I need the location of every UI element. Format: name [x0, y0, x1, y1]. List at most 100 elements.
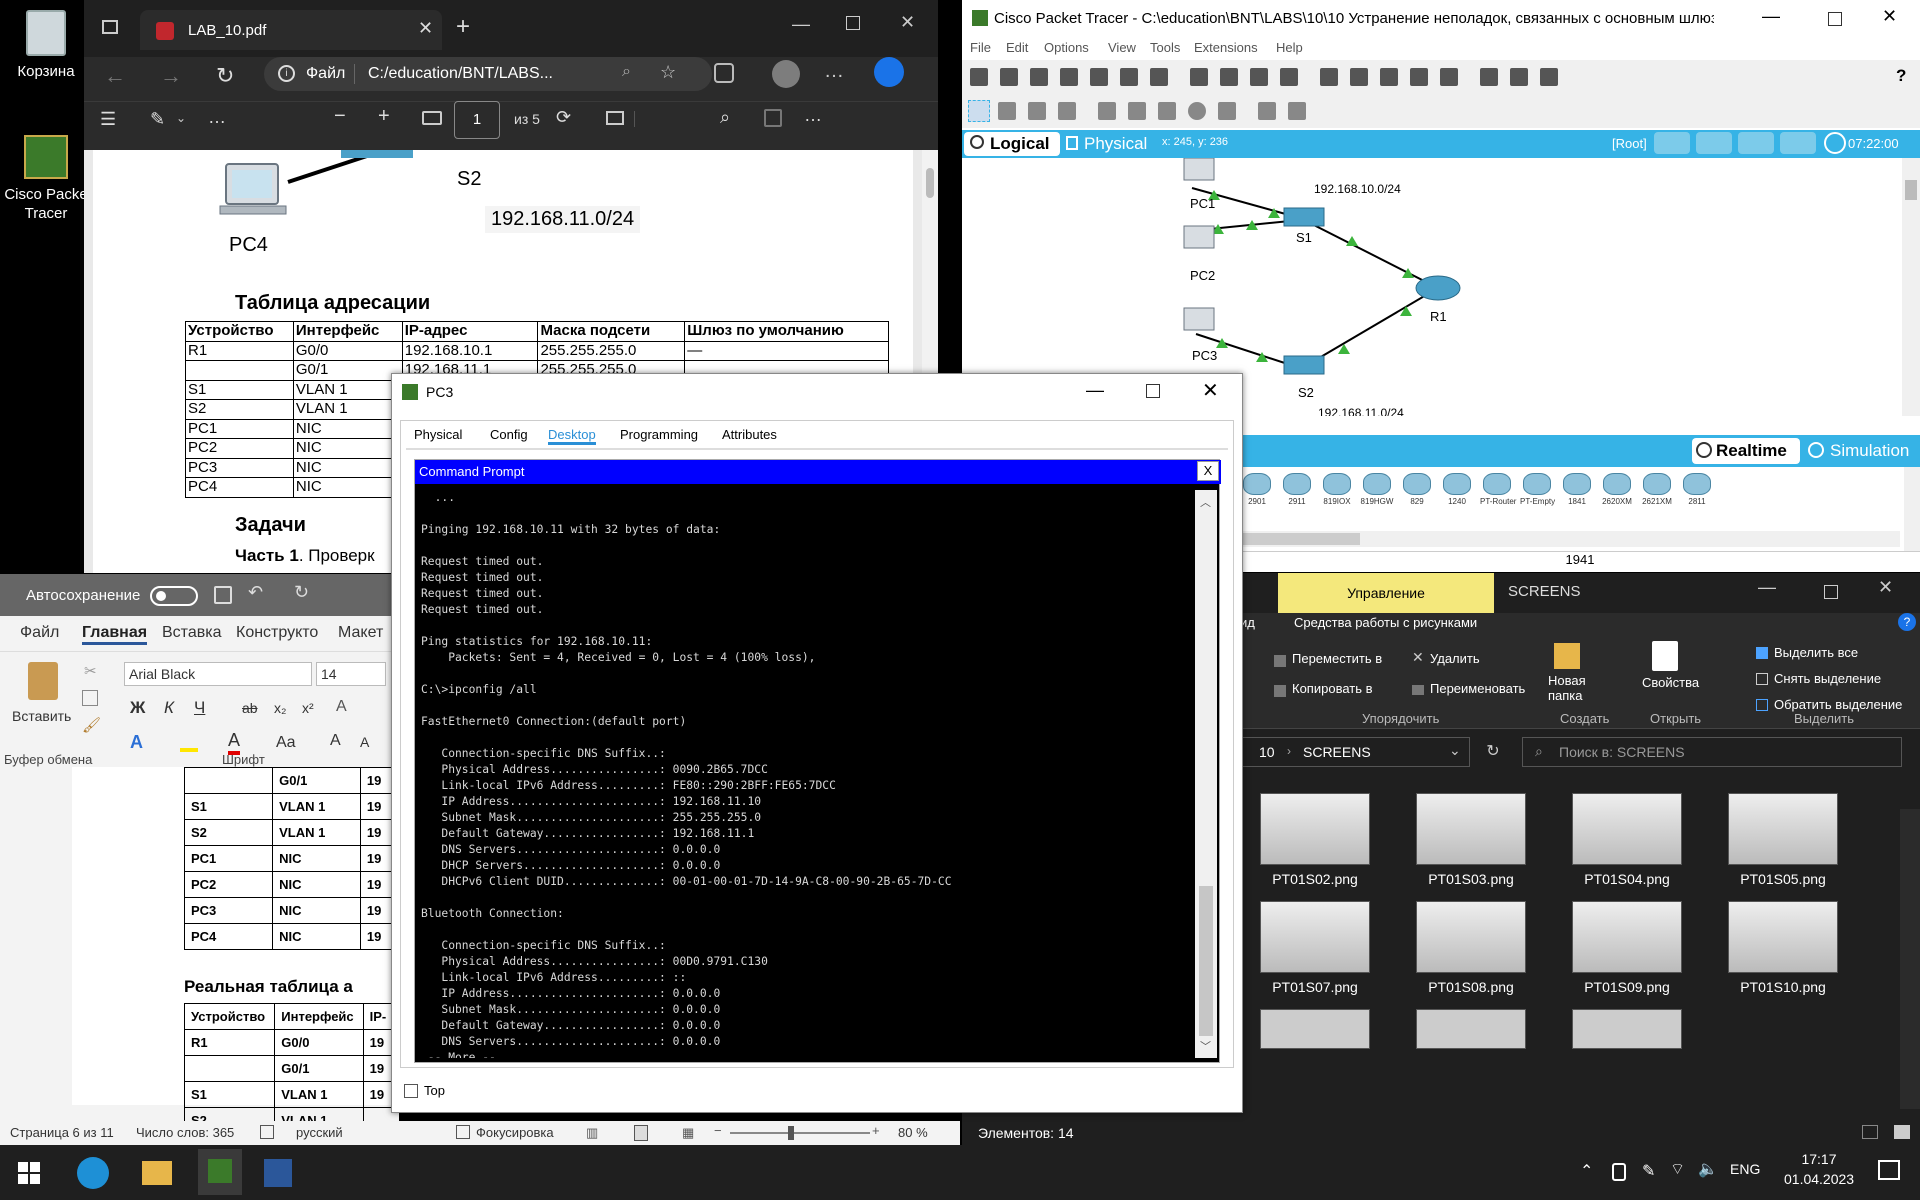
select-icon[interactable] [968, 100, 990, 122]
maximize-icon[interactable] [1824, 585, 1838, 599]
device-item[interactable]: 1240 [1440, 473, 1474, 513]
close-icon[interactable]: ✕ [1878, 577, 1893, 598]
zoom-icon[interactable]: ⌕ [622, 63, 631, 81]
refresh-icon[interactable]: ↻ [1478, 737, 1508, 767]
device-item[interactable]: 1841 [1560, 473, 1594, 513]
device-item[interactable]: 829 [1400, 473, 1434, 513]
help-icon[interactable]: ? [1896, 66, 1906, 86]
large-icons-view-icon[interactable] [1894, 1125, 1910, 1139]
device-item[interactable]: PT-Router [1480, 473, 1516, 513]
file-item[interactable]: PT01S02.png [1240, 785, 1390, 889]
picture-tools-tab[interactable]: Средства работы с рисунками [1294, 615, 1477, 630]
page-number-input[interactable]: 1 [454, 101, 500, 139]
forward-icon[interactable]: → [160, 63, 182, 89]
file-item[interactable]: PT01S09.png [1552, 893, 1702, 997]
tab-attributes[interactable]: Attributes [722, 427, 777, 442]
file-item[interactable]: PT01S10.png [1708, 893, 1858, 997]
zoom-in-icon[interactable] [1320, 68, 1338, 86]
file-item[interactable]: PT01S04.png [1552, 785, 1702, 889]
scrollbar-thumb[interactable] [1240, 533, 1360, 545]
device-item[interactable]: 819IOX [1320, 473, 1354, 513]
scrollbar-thumb[interactable] [1905, 180, 1917, 200]
overflow-icon[interactable]: … [804, 105, 822, 126]
file-explorer-taskbar-icon[interactable] [142, 1161, 172, 1185]
info-icon[interactable] [1090, 68, 1108, 86]
bold-icon[interactable]: Ж [130, 698, 145, 718]
device-item[interactable]: 2901 [1240, 473, 1274, 513]
device-item[interactable]: 2621XM [1640, 473, 1674, 513]
move-object-button[interactable] [1738, 132, 1774, 154]
ellipse-icon[interactable] [1188, 102, 1206, 120]
scroll-down-icon[interactable]: ﹀ [1200, 1038, 1211, 1054]
underline-icon[interactable]: Ч [194, 698, 205, 718]
grow-font-icon[interactable]: A [330, 732, 341, 750]
read-mode-icon[interactable]: ▥ [586, 1125, 598, 1141]
cmd-scrollbar[interactable]: ︿ ﹀ [1195, 490, 1217, 1058]
line-icon[interactable] [1128, 102, 1146, 120]
word-taskbar-icon[interactable] [264, 1159, 292, 1187]
physical-tab[interactable]: Physical [1064, 132, 1160, 156]
zoom-out-icon[interactable]: − [714, 1123, 722, 1138]
command-prompt[interactable]: Command Prompt X ... Pinging 192.168.10.… [414, 459, 1221, 1063]
menu-view[interactable]: View [1108, 40, 1136, 55]
complex-pdu-icon[interactable] [1288, 102, 1306, 120]
minimize-icon[interactable]: — [1758, 577, 1776, 598]
delete-button[interactable]: Удалить [1430, 651, 1480, 666]
copy-icon[interactable] [1190, 68, 1208, 86]
text-effects-icon[interactable]: A [130, 732, 143, 753]
new-cluster-button[interactable] [1696, 132, 1732, 154]
zoom-level[interactable]: 80 % [898, 1125, 928, 1140]
menu-options[interactable]: Options [1044, 40, 1089, 55]
undo-icon[interactable]: ↶ [248, 582, 263, 603]
activity-wizard-icon[interactable] [1150, 68, 1168, 86]
copy-to-button[interactable]: Копировать в [1292, 681, 1373, 696]
font-name-select[interactable]: Arial Black [124, 662, 312, 686]
close-icon[interactable]: ✕ [1202, 378, 1219, 403]
viewport-button[interactable] [1780, 132, 1816, 154]
switch-icon[interactable] [1510, 68, 1528, 86]
network-info-icon[interactable] [1120, 68, 1138, 86]
clear-format-icon[interactable]: A [336, 698, 347, 716]
save-icon[interactable] [214, 586, 232, 604]
edge-taskbar-icon[interactable] [77, 1157, 109, 1189]
minimize-icon[interactable]: — [1762, 6, 1780, 27]
wifi-icon[interactable]: ⌔ [1670, 1159, 1685, 1179]
s1-label[interactable]: S1 [1296, 230, 1312, 245]
select-all-button[interactable]: Выделить все [1774, 645, 1858, 660]
menu-extensions[interactable]: Extensions [1194, 40, 1258, 55]
save-icon[interactable] [1030, 68, 1048, 86]
zoom-in-icon[interactable]: + [378, 105, 390, 128]
pc1-label[interactable]: PC1 [1190, 196, 1215, 211]
strikethrough-icon[interactable]: ab [242, 700, 258, 716]
breadcrumb-item[interactable]: SCREENS [1303, 744, 1371, 760]
terminal-output[interactable]: ... Pinging 192.168.10.11 with 32 bytes … [421, 490, 1193, 1058]
menu-layout[interactable]: Макет [338, 624, 383, 642]
cut-icon[interactable]: ✂ [84, 662, 97, 680]
rectangle-icon[interactable] [1158, 102, 1176, 120]
invert-selection-button[interactable]: Обратить выделение [1774, 697, 1902, 712]
redo-icon[interactable] [1280, 68, 1298, 86]
scrollbar-thumb[interactable] [1199, 886, 1213, 1036]
zoom-slider-thumb[interactable] [788, 1126, 794, 1140]
logical-tab[interactable]: Logical [964, 132, 1060, 156]
menu-edit[interactable]: Edit [1006, 40, 1028, 55]
device-item[interactable]: PT-Empty [1520, 473, 1555, 513]
paste-icon[interactable] [1220, 68, 1238, 86]
menu-tools[interactable]: Tools [1150, 40, 1180, 55]
drawing-palette-icon[interactable] [1410, 68, 1428, 86]
tab-physical[interactable]: Physical [414, 427, 462, 442]
focus-mode[interactable]: Фокусировка [476, 1125, 554, 1140]
help-icon[interactable]: ? [1898, 613, 1916, 631]
fit-page-icon[interactable] [422, 111, 442, 125]
pc3-label[interactable]: PC3 [1192, 348, 1217, 363]
maximize-icon[interactable] [846, 16, 860, 30]
paste-label[interactable]: Вставить [12, 708, 71, 724]
back-button[interactable] [1654, 132, 1690, 154]
start-icon[interactable] [18, 1162, 40, 1184]
language[interactable]: русский [296, 1125, 343, 1140]
file-item[interactable]: PT01S03.png [1396, 785, 1546, 889]
cisco-packet-tracer-desktop-icon[interactable]: Cisco Packe Tracer [4, 135, 88, 223]
italic-icon[interactable]: К [164, 698, 174, 718]
pen-icon[interactable]: ✎ [1642, 1161, 1655, 1181]
close-icon[interactable]: ✕ [1882, 6, 1897, 27]
